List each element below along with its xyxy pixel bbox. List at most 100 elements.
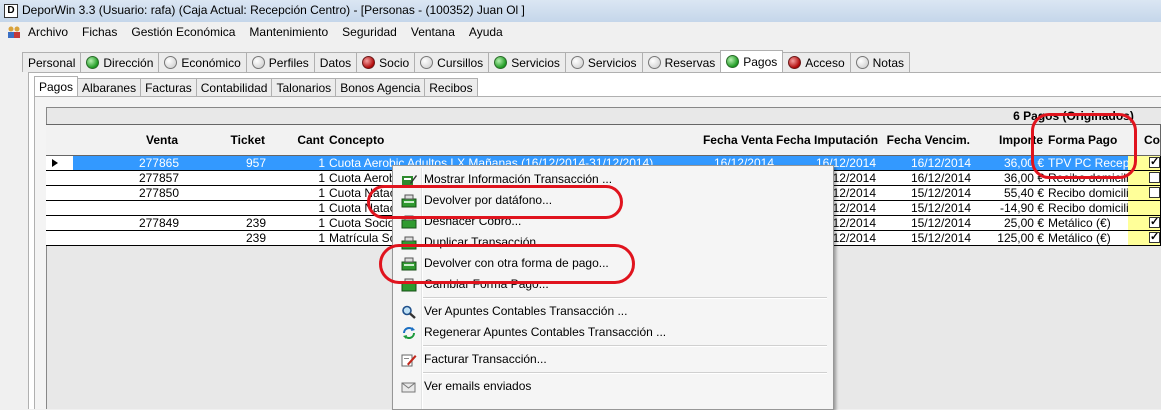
menu-item-mostrar-informacion[interactable]: Mostrar Información Transacción ... xyxy=(397,168,827,190)
tab-acceso[interactable]: Acceso xyxy=(782,52,851,72)
cell-fecha-vencim[interactable]: 15/12/2014 xyxy=(878,231,974,246)
cell-forma-pago[interactable]: Recibo domicilia xyxy=(1046,201,1129,216)
subtab-albaranes[interactable]: Albaranes xyxy=(77,78,142,96)
menu-seguridad[interactable]: Seguridad xyxy=(342,25,397,39)
cell-cant[interactable]: 1 xyxy=(268,231,328,246)
cell-cant[interactable]: 1 xyxy=(268,171,328,186)
tab-reservas[interactable]: Reservas xyxy=(641,52,722,72)
checkbox-checked-icon[interactable]: ✓ xyxy=(1149,217,1160,228)
info-pencil-icon xyxy=(401,172,417,186)
subtab-pagos[interactable]: Pagos xyxy=(34,76,79,96)
col-fecha-imputacion-header[interactable]: Fecha Imputación xyxy=(776,124,879,156)
cell-forma-pago[interactable]: Recibo domicilia xyxy=(1046,171,1129,186)
cell-cant[interactable]: 1 xyxy=(268,156,328,171)
cell-co[interactable] xyxy=(1128,186,1161,201)
menu-item-ver-emails[interactable]: Ver emails enviados xyxy=(397,375,827,397)
menu-item-ver-apuntes[interactable]: Ver Apuntes Contables Transacción ... xyxy=(397,300,827,322)
cell-fecha-vencim[interactable]: 15/12/2014 xyxy=(878,201,974,216)
cell-forma-pago[interactable]: TPV PC Recep xyxy=(1046,156,1129,171)
cell-cant[interactable]: 1 xyxy=(268,186,328,201)
cell-forma-pago[interactable]: Metálico (€) xyxy=(1046,231,1129,246)
col-concepto-header[interactable]: Concepto xyxy=(327,124,697,156)
checkbox-checked-icon[interactable]: ✓ xyxy=(1149,232,1160,243)
subtab-facturas[interactable]: Facturas xyxy=(140,78,197,96)
checkbox-unchecked-icon[interactable] xyxy=(1149,172,1160,183)
cell-forma-pago[interactable]: Metálico (€) xyxy=(1046,216,1129,231)
people-icon[interactable] xyxy=(6,25,22,39)
tab-datos[interactable]: Datos xyxy=(313,52,358,72)
checkbox-checked-icon[interactable]: ✓ xyxy=(1149,157,1160,168)
tab-socio[interactable]: Socio xyxy=(356,52,416,72)
cell-co[interactable] xyxy=(1128,201,1161,216)
cell-importe[interactable]: 25,00 € xyxy=(973,216,1047,231)
email-icon xyxy=(401,379,417,393)
cell-co[interactable]: ✓ xyxy=(1128,216,1161,231)
tab-direccion[interactable]: Dirección xyxy=(80,52,160,72)
tab-cursillos[interactable]: Cursillos xyxy=(414,52,490,72)
tab-pagos[interactable]: Pagos xyxy=(720,50,784,72)
col-co-header[interactable]: Co xyxy=(1128,124,1161,156)
menu-item-devolver-otra-forma[interactable]: Devolver con otra forma de pago... xyxy=(397,252,827,274)
cell-co[interactable] xyxy=(1128,171,1161,186)
cell-importe[interactable]: -14,90 € xyxy=(973,201,1047,216)
row-indicator xyxy=(46,201,74,216)
col-fecha-vencim-header[interactable]: Fecha Vencim. xyxy=(878,124,974,156)
cell-fecha-vencim[interactable]: 15/12/2014 xyxy=(878,216,974,231)
cell-ticket[interactable]: 239 xyxy=(200,216,269,231)
tab-label: Servicios xyxy=(587,55,637,70)
cell-fecha-vencim[interactable]: 16/12/2014 xyxy=(878,171,974,186)
cell-importe[interactable]: 36,00 € xyxy=(973,171,1047,186)
cell-venta[interactable] xyxy=(73,201,182,216)
cell-forma-pago[interactable]: Recibo domicilia xyxy=(1046,186,1129,201)
menu-item-facturar-transaccion[interactable]: Facturar Transacción... xyxy=(397,348,827,370)
subtab-recibos[interactable]: Recibos xyxy=(424,78,478,96)
menu-item-deshacer-cobro[interactable]: Deshacer Cobro... xyxy=(397,210,827,232)
col-importe-header[interactable]: Importe xyxy=(973,124,1047,156)
menu-gestion-economica[interactable]: Gestión Económica xyxy=(131,25,235,39)
cell-cant[interactable]: 1 xyxy=(268,201,328,216)
checkbox-unchecked-icon[interactable] xyxy=(1149,187,1160,198)
col-ticket-header[interactable]: Ticket xyxy=(200,124,269,156)
tab-perfiles[interactable]: Perfiles xyxy=(245,52,315,72)
col-cant-header[interactable]: Cant xyxy=(268,124,328,156)
menu-item-cambiar-forma-pago[interactable]: Cambiar Forma Pago... xyxy=(397,273,827,295)
cell-importe[interactable]: 36,00 € xyxy=(973,156,1047,171)
cell-co[interactable]: ✓ xyxy=(1128,156,1161,171)
cell-venta[interactable]: 277865 xyxy=(73,156,182,171)
cell-ticket[interactable]: 239 xyxy=(200,231,269,246)
cell-ticket[interactable] xyxy=(200,171,269,186)
cell-fecha-vencim[interactable]: 15/12/2014 xyxy=(878,186,974,201)
menu-ayuda[interactable]: Ayuda xyxy=(469,25,503,39)
cell-spacer xyxy=(181,156,201,171)
cell-venta[interactable]: 277849 xyxy=(73,216,182,231)
cell-cant[interactable]: 1 xyxy=(268,216,328,231)
cell-ticket[interactable] xyxy=(200,186,269,201)
menu-archivo[interactable]: Archivo xyxy=(28,25,68,39)
subtab-bonos-agencia[interactable]: Bonos Agencia xyxy=(335,78,426,96)
cell-co[interactable]: ✓ xyxy=(1128,231,1161,246)
cell-ticket[interactable]: 957 xyxy=(200,156,269,171)
cell-venta[interactable]: 277857 xyxy=(73,171,182,186)
cell-ticket[interactable] xyxy=(200,201,269,216)
tab-notas[interactable]: Notas xyxy=(849,52,910,72)
cell-venta[interactable]: 277850 xyxy=(73,186,182,201)
cell-venta[interactable] xyxy=(73,231,182,246)
tab-servicios-2[interactable]: Servicios xyxy=(564,52,643,72)
subtab-talonarios[interactable]: Talonarios xyxy=(271,78,337,96)
cell-fecha-vencim[interactable]: 16/12/2014 xyxy=(878,156,974,171)
tab-servicios[interactable]: Servicios xyxy=(488,52,566,72)
menu-mantenimiento[interactable]: Mantenimiento xyxy=(249,25,328,39)
menu-item-duplicar-transaccion[interactable]: Duplicar Transacción... xyxy=(397,231,827,253)
tab-economico[interactable]: Económico xyxy=(158,52,247,72)
subtab-contabilidad[interactable]: Contabilidad xyxy=(195,78,273,96)
cell-importe[interactable]: 55,40 € xyxy=(973,186,1047,201)
col-fecha-venta-header[interactable]: Fecha Venta xyxy=(696,124,777,156)
cell-importe[interactable]: 125,00 € xyxy=(973,231,1047,246)
menu-item-devolver-datafono[interactable]: Devolver por datáfono... xyxy=(397,189,827,211)
col-venta-header[interactable]: Venta xyxy=(73,124,182,156)
col-forma-pago-header[interactable]: Forma Pago xyxy=(1046,124,1129,156)
tab-personal[interactable]: Personal xyxy=(22,52,82,72)
menu-ventana[interactable]: Ventana xyxy=(411,25,455,39)
menu-fichas[interactable]: Fichas xyxy=(82,25,117,39)
menu-item-regenerar-apuntes[interactable]: Regenerar Apuntes Contables Transacción … xyxy=(397,321,827,343)
